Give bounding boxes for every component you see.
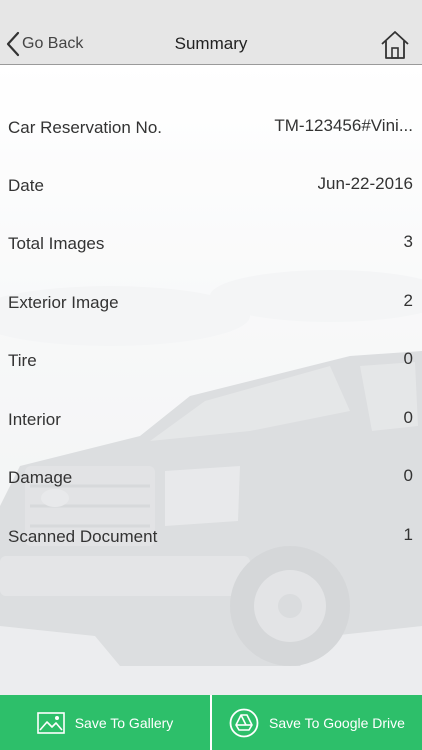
- background-vehicle-image: [0, 66, 422, 696]
- navigation-bar: Go Back Summary: [0, 0, 422, 65]
- row-label: Interior: [8, 410, 61, 429]
- row-value: 0: [403, 349, 413, 368]
- image-icon: [36, 711, 65, 734]
- home-button[interactable]: [380, 30, 410, 60]
- list-item-exterior-image: Exterior Image 2: [0, 283, 422, 323]
- summary-screen: Go Back Summary Car Reservation No. TM-1…: [0, 0, 422, 750]
- row-label: Exterior Image: [8, 293, 119, 312]
- row-value: 3: [403, 232, 413, 251]
- list-item-damage: Damage 0: [0, 458, 422, 498]
- list-item-reservation: Car Reservation No. TM-123456#Vini...: [0, 108, 422, 148]
- home-icon: [381, 31, 409, 59]
- row-label: Scanned Document: [8, 527, 158, 546]
- row-label: Date: [8, 176, 44, 195]
- list-item-total-images: Total Images 3: [0, 224, 422, 264]
- save-to-gallery-button[interactable]: Save To Gallery: [0, 695, 210, 750]
- row-value: 0: [403, 408, 413, 427]
- row-value: 2: [403, 291, 413, 310]
- save-to-google-drive-label: Save To Google Drive: [269, 714, 405, 731]
- list-item-scanned-document: Scanned Document 1: [0, 517, 422, 557]
- row-value: 0: [403, 466, 413, 485]
- google-drive-icon: [229, 708, 259, 737]
- row-label: Tire: [8, 351, 37, 370]
- row-label: Car Reservation No.: [8, 118, 163, 137]
- row-value: Jun-22-2016: [317, 174, 413, 193]
- row-label: Total Images: [8, 234, 105, 253]
- list-item-date: Date Jun-22-2016: [0, 166, 422, 206]
- row-value: 1: [403, 525, 413, 544]
- row-label: Damage: [8, 468, 73, 487]
- save-to-gallery-label: Save To Gallery: [74, 714, 174, 731]
- save-to-google-drive-button[interactable]: Save To Google Drive: [212, 695, 422, 750]
- list-item-tire: Tire 0: [0, 341, 422, 381]
- page-title: Summary: [174, 34, 248, 53]
- list-item-interior: Interior 0: [0, 400, 422, 440]
- row-value: TM-123456#Vini...: [274, 116, 413, 135]
- bottom-action-bar: Save To Gallery Save To Google Drive: [0, 695, 422, 750]
